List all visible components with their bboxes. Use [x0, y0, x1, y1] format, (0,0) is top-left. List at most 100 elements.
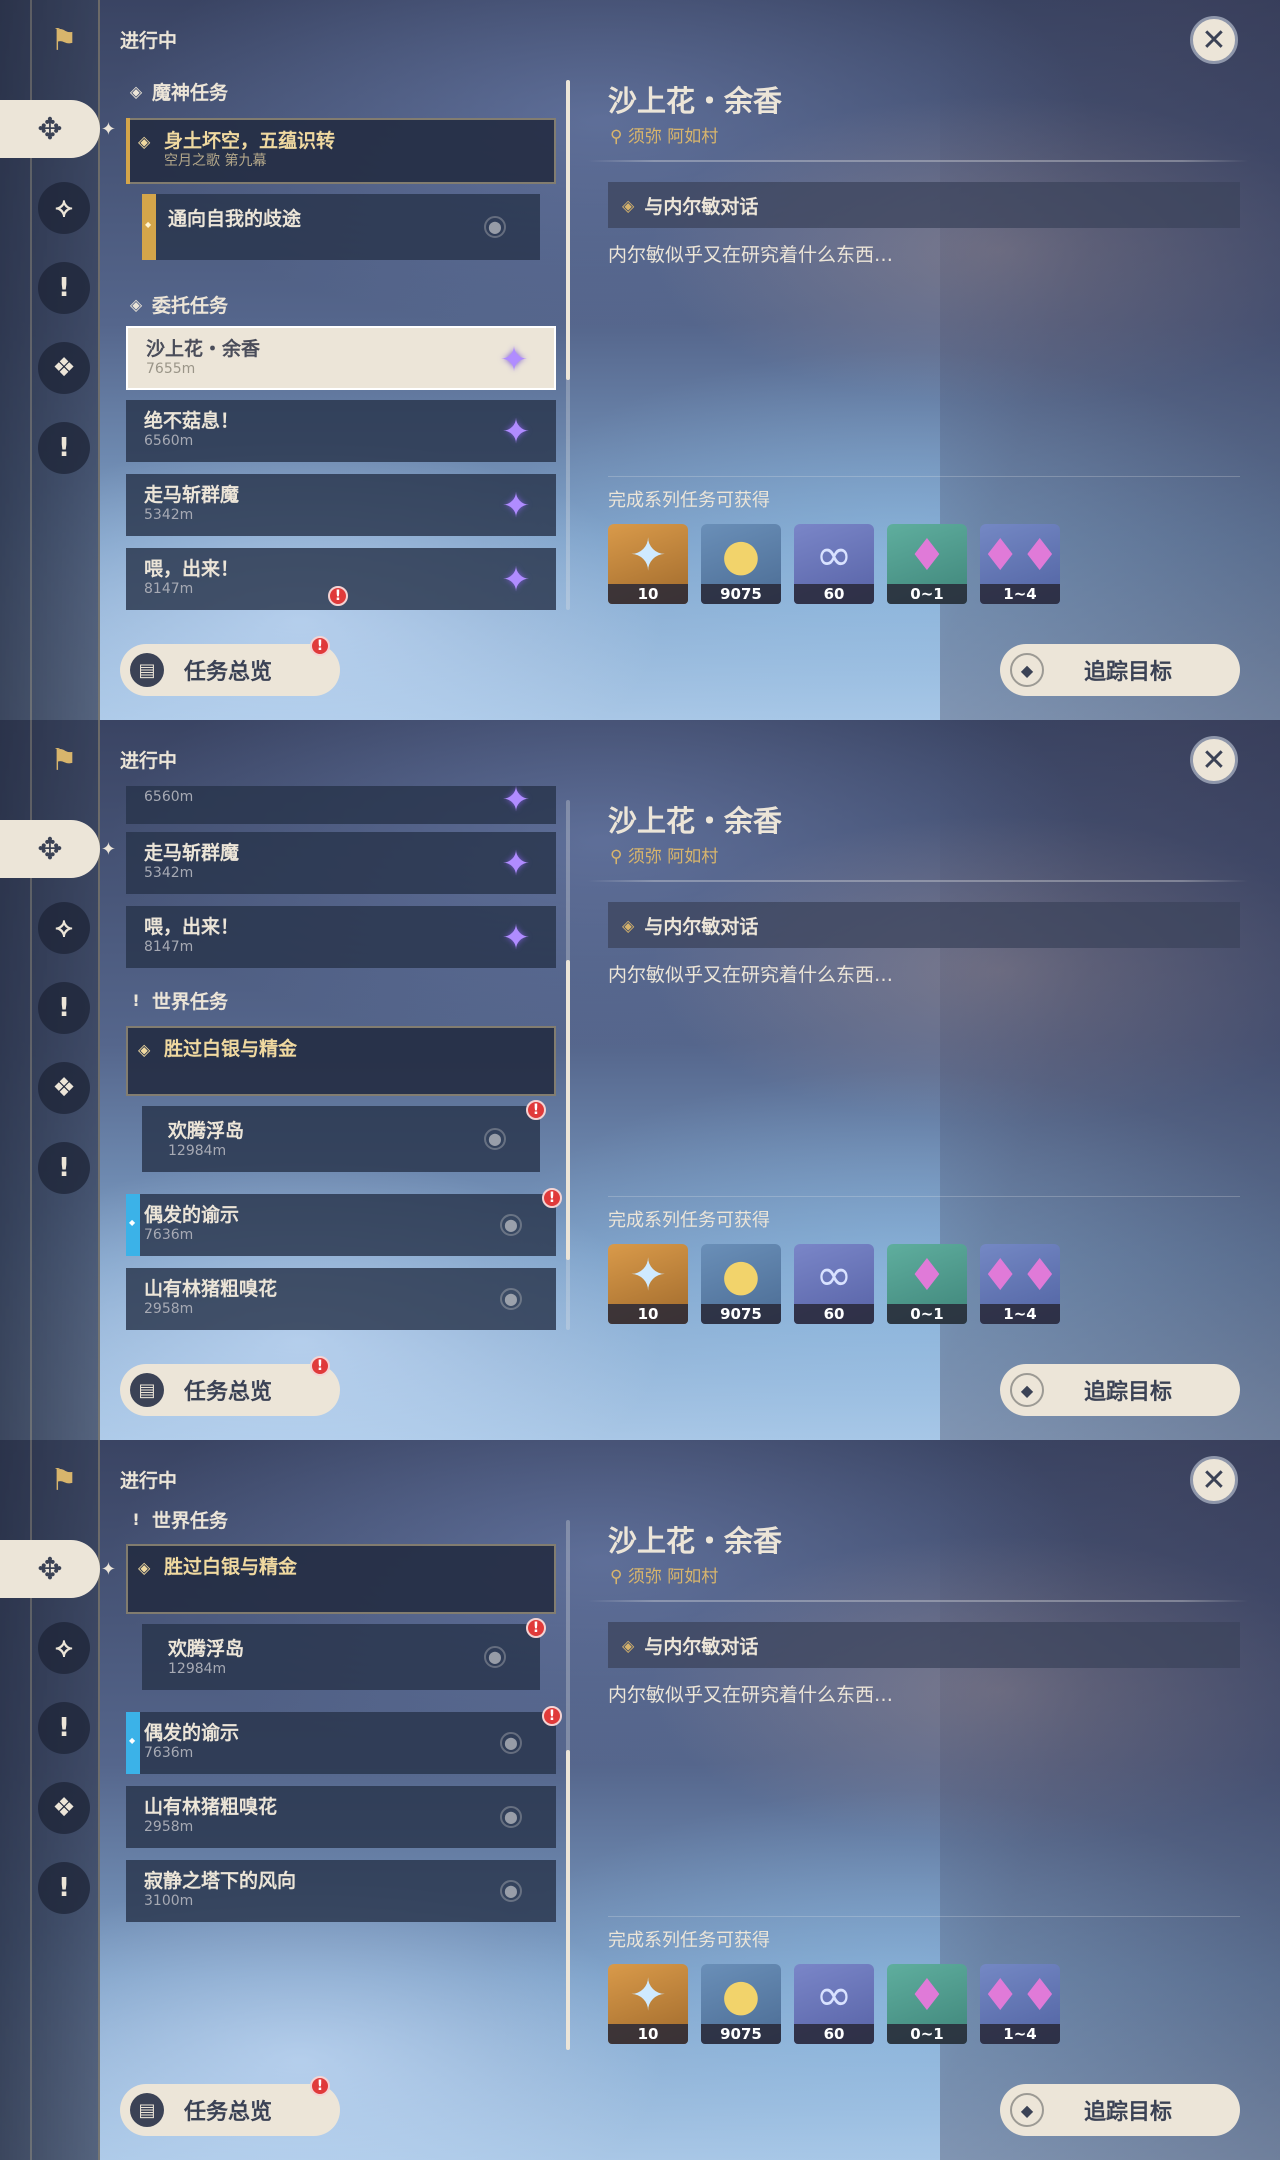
reward-fetters[interactable]: ∞ 60 — [794, 1964, 874, 2044]
scrollbar[interactable] — [566, 1520, 570, 2050]
quest-distance: 6560m — [144, 433, 194, 449]
reward-crystal-cluster[interactable]: ♦♦ 1~4 — [980, 524, 1060, 604]
step-text: 与内尔敏对话 — [644, 1635, 759, 1658]
reward-primogem[interactable]: ✦ 10 — [608, 1964, 688, 2044]
archon-subquest-item[interactable]: 通向自我的歧途 ⬤ — [142, 194, 540, 260]
sidebar-item-archon[interactable]: ✥ ✦ — [0, 1540, 116, 1598]
overview-button[interactable]: ▤ 任务总览 — [120, 644, 340, 696]
world-quest-item[interactable]: 山有林猪粗嗅花 2958m ⬤ — [126, 1268, 556, 1330]
location-pin-icon[interactable]: ⬤ — [500, 1288, 522, 1310]
world-quest-item[interactable]: ◈ 胜过白银与精金 — [126, 1026, 556, 1096]
story-quest-icon[interactable]: ⟡ — [38, 182, 90, 234]
quest-step: ◈ 与内尔敏对话 — [608, 1622, 1240, 1668]
commission-gem-icon: ✦ — [501, 486, 531, 526]
location-pin-icon[interactable]: ⬤ — [500, 1880, 522, 1902]
world-quest-item[interactable]: 寂静之塔下的风向 3100m ⬤ — [126, 1860, 556, 1922]
world-quest-icon[interactable]: ❖ — [38, 1782, 90, 1834]
reward-mora[interactable]: ● 9075 — [701, 1244, 781, 1324]
close-button[interactable]: ✕ — [1190, 1456, 1238, 1504]
event-quest-icon[interactable]: ! — [38, 422, 90, 474]
location-text: 须弥 阿如村 — [627, 127, 719, 147]
reward-crystal[interactable]: ♦ 0~1 — [887, 524, 967, 604]
event-quest-icon[interactable]: ! — [38, 1142, 90, 1194]
location-pin-icon[interactable]: ⬤ — [500, 1214, 522, 1236]
commission-item[interactable]: 喂，出来！ 8147m ✦ — [126, 906, 556, 968]
screen-frame-3: ⚑ ✥ ✦ ⟡ ! ❖ ! 进行中 ! 世界任务 ◈ 胜过白银与精金 欢腾浮岛 12… — [0, 1440, 1280, 2160]
scrollbar[interactable] — [566, 800, 570, 1330]
diamond-icon: ◈ — [622, 915, 635, 935]
reward-fetters[interactable]: ∞ 60 — [794, 524, 874, 604]
alert-badge: ! — [328, 586, 348, 606]
commission-item-selected[interactable]: 沙上花・余香 7655m ✦ — [126, 326, 556, 390]
close-button[interactable]: ✕ — [1190, 736, 1238, 784]
quest-detail-title: 沙上花・余香 — [608, 1524, 783, 1558]
location-pin-icon[interactable]: ⬤ — [484, 216, 506, 238]
overview-button[interactable]: ▤ 任务总览 — [120, 2084, 340, 2136]
location-pin-icon[interactable]: ⬤ — [484, 1128, 506, 1150]
quest-list: ! 世界任务 ◈ 胜过白银与精金 欢腾浮岛 12984m ⬤ ! 偶发的谕示 76… — [118, 1440, 568, 2160]
commission-icon[interactable]: ! — [38, 982, 90, 1034]
quest-distance: 2958m — [144, 1819, 194, 1835]
category-label: 世界任务 — [152, 1509, 229, 1532]
world-subquest-item[interactable]: 欢腾浮岛 12984m ⬤ — [142, 1624, 540, 1690]
world-quest-icon[interactable]: ❖ — [38, 342, 90, 394]
track-button[interactable]: ◆ 追踪目标 — [1000, 1364, 1240, 1416]
close-button[interactable]: ✕ — [1190, 16, 1238, 64]
story-quest-icon[interactable]: ⟡ — [38, 902, 90, 954]
bookmark-icon[interactable]: ⚑ — [38, 734, 90, 786]
location-pin-icon[interactable]: ⬤ — [500, 1732, 522, 1754]
bookmark-icon[interactable]: ⚑ — [38, 14, 90, 66]
overview-button[interactable]: ▤ 任务总览 — [120, 1364, 340, 1416]
primogem-icon: ✦ — [629, 530, 667, 581]
reward-fetters[interactable]: ∞ 60 — [794, 1244, 874, 1324]
reward-crystal[interactable]: ♦ 0~1 — [887, 1964, 967, 2044]
reward-primogem[interactable]: ✦ 10 — [608, 524, 688, 604]
commission-gem-icon: ✦ — [501, 844, 531, 884]
commission-gem-icon: ✦ — [501, 560, 531, 600]
commission-item[interactable]: 走马斩群魔 5342m ✦ — [126, 832, 556, 894]
commission-icon[interactable]: ! — [38, 1702, 90, 1754]
sidebar-item-archon[interactable]: ✥ ✦ — [0, 100, 116, 158]
story-quest-icon[interactable]: ⟡ — [38, 1622, 90, 1674]
scrollbar-thumb[interactable] — [566, 960, 570, 1260]
track-button[interactable]: ◆ 追踪目标 — [1000, 2084, 1240, 2136]
quest-book-icon: ▤ — [130, 2093, 164, 2127]
reward-mora[interactable]: ● 9075 — [701, 524, 781, 604]
world-quest-item[interactable]: 偶发的谕示 7636m ⬤ — [126, 1194, 556, 1256]
button-label: 追踪目标 — [1084, 1380, 1173, 1405]
event-quest-icon[interactable]: ! — [38, 1862, 90, 1914]
commission-item-partial[interactable]: 6560m ✦ — [126, 780, 556, 824]
world-quest-icon[interactable]: ❖ — [38, 1062, 90, 1114]
commission-item[interactable]: 绝不菇息！ 6560m ✦ — [126, 400, 556, 462]
scrollbar-thumb[interactable] — [566, 1750, 570, 2050]
location-pin-icon[interactable]: ⬤ — [484, 1646, 506, 1668]
bookmark-icon[interactable]: ⚑ — [38, 1454, 90, 1506]
quest-title: 山有林猪粗嗅花 — [144, 1796, 278, 1818]
close-icon: ✕ — [1201, 742, 1227, 778]
quest-book-icon: ▤ — [130, 1373, 164, 1407]
track-button[interactable]: ◆ 追踪目标 — [1000, 644, 1240, 696]
scrollbar-thumb[interactable] — [566, 80, 570, 380]
world-quest-item[interactable]: 偶发的谕示 7636m ⬤ — [126, 1712, 556, 1774]
reward-count: 10 — [608, 1304, 688, 1324]
world-subquest-item[interactable]: 欢腾浮岛 12984m ⬤ — [142, 1106, 540, 1172]
commission-icon[interactable]: ! — [38, 262, 90, 314]
reward-primogem[interactable]: ✦ 10 — [608, 1244, 688, 1324]
quest-subtitle: 空月之歌 第九幕 — [164, 153, 267, 169]
reward-crystal-cluster[interactable]: ♦♦ 1~4 — [980, 1964, 1060, 2044]
reward-mora[interactable]: ● 9075 — [701, 1964, 781, 2044]
sidebar-item-archon[interactable]: ✥ ✦ — [0, 820, 116, 878]
quest-title: 胜过白银与精金 — [164, 1556, 298, 1578]
quest-title: 身土坏空，五蕴识转 — [164, 130, 336, 152]
world-quest-item[interactable]: ◈ 胜过白银与精金 — [126, 1544, 556, 1614]
commission-item[interactable]: 走马斩群魔 5342m ✦ — [126, 474, 556, 536]
location-pin-icon[interactable]: ⬤ — [500, 1806, 522, 1828]
reward-count: 9075 — [701, 1304, 781, 1324]
scrollbar[interactable] — [566, 80, 570, 610]
quest-description: 内尔敏似乎又在研究着什么东西… — [608, 964, 894, 986]
reward-crystal[interactable]: ♦ 0~1 — [887, 1244, 967, 1324]
world-quest-item[interactable]: 山有林猪粗嗅花 2958m ⬤ — [126, 1786, 556, 1848]
reward-crystal-cluster[interactable]: ♦♦ 1~4 — [980, 1244, 1060, 1324]
reward-list: ✦ 10 ● 9075 ∞ 60 ♦ 0~1 ♦♦ 1~4 — [608, 524, 1060, 604]
archon-quest-item[interactable]: ◈ 身土坏空，五蕴识转 空月之歌 第九幕 — [126, 118, 556, 184]
